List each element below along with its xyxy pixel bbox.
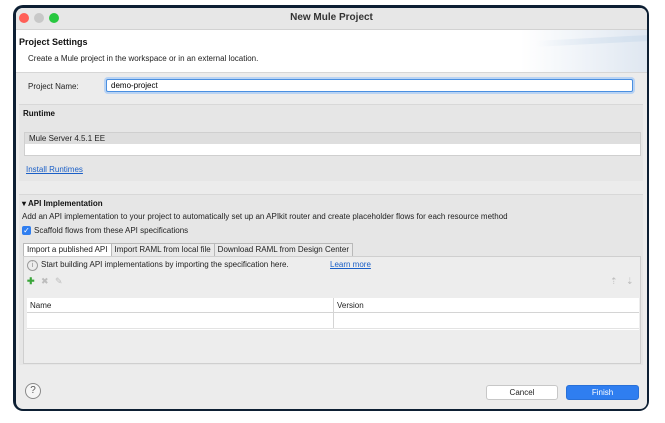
add-icon[interactable]: ✚ [27,276,35,286]
api-source-tabs: Import a published API Import RAML from … [23,243,353,256]
install-runtimes-link[interactable]: Install Runtimes [26,165,83,174]
scaffold-flows-checkbox[interactable]: ✓ [22,226,31,235]
edit-icon[interactable]: ✎ [55,276,63,286]
tab-download-raml-design-center[interactable]: Download RAML from Design Center [213,243,353,256]
column-header-name[interactable]: Name [27,298,333,313]
scaffold-flows-label: Scaffold flows from these API specificat… [34,226,189,235]
api-section-title: API Implementation [27,199,103,208]
move-down-icon[interactable]: ⇣ [626,276,634,286]
column-header-version[interactable]: Version [334,298,639,313]
finish-button[interactable]: Finish [566,385,639,400]
help-icon[interactable]: ? [25,383,41,399]
project-name-label: Project Name: [28,82,79,91]
new-mule-project-dialog: New Mule Project Project Settings Create… [16,8,647,409]
collapse-arrow-icon: ▾ [22,199,27,208]
runtime-section: Runtime Mule Server 4.5.1 EE Install Run… [19,104,643,181]
runtime-section-title: Runtime [23,109,55,118]
title-bar: New Mule Project [16,8,647,30]
api-section-toggle[interactable]: ▾ API Implementation [22,199,103,208]
cancel-button[interactable]: Cancel [486,385,558,400]
page-description: Create a Mule project in the workspace o… [28,54,259,63]
tab-content: i Start building API implementations by … [23,256,641,364]
api-table: Name Version [27,298,639,330]
tab-import-raml-local-file[interactable]: Import RAML from local file [110,243,215,256]
runtime-list[interactable]: Mule Server 4.5.1 EE [24,132,641,156]
project-name-input[interactable] [106,79,633,92]
window-title: New Mule Project [290,12,373,23]
move-up-icon[interactable]: ⇡ [610,276,618,286]
info-text: Start building API implementations by im… [41,260,289,269]
api-section-description: Add an API implementation to your projec… [22,212,508,221]
page-title: Project Settings [19,37,88,47]
learn-more-link[interactable]: Learn more [330,260,371,269]
info-icon: i [27,260,38,271]
table-row[interactable] [27,314,639,329]
header-banner-graphic [536,35,647,47]
api-implementation-section: ▾ API Implementation Add an API implemen… [19,194,643,365]
runtime-item-selected[interactable]: Mule Server 4.5.1 EE [25,133,640,144]
tab-import-published-api[interactable]: Import a published API [23,243,112,256]
remove-icon[interactable]: ✖ [41,276,49,286]
wizard-header: Project Settings Create a Mule project i… [16,30,647,73]
